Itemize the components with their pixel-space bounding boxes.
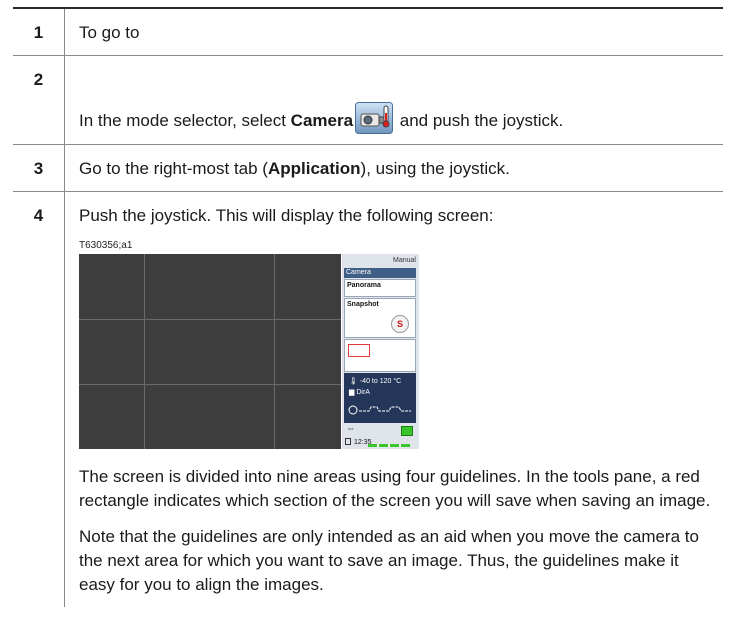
range-label: -40 to 120 °C	[359, 378, 402, 385]
battery-icon	[401, 426, 413, 436]
guideline-horizontal	[79, 384, 341, 385]
note-paragraph: Note that the guidelines are only intend…	[79, 527, 699, 594]
camera-term: Camera	[290, 111, 354, 130]
mode-indicator: Manual	[393, 257, 416, 264]
application-term: Application	[267, 159, 361, 178]
snapshot-button: S	[391, 315, 409, 333]
ir-image-area	[79, 254, 341, 449]
camera-thermometer-icon	[355, 102, 394, 134]
guideline-horizontal	[79, 319, 341, 320]
folder-icon: ▆	[349, 389, 355, 396]
pane-tab-camera: Camera	[344, 268, 416, 278]
guideline-vertical	[144, 254, 145, 449]
section-preview	[344, 339, 416, 372]
step-row-1: 1 To go to	[13, 8, 723, 56]
usb-icon: ⇔	[346, 423, 355, 433]
clock-bar: 12:35	[344, 437, 416, 448]
step-number: 3	[13, 144, 65, 192]
snapshot-item: Snapshot S	[344, 298, 416, 338]
step-text: In the mode selector, select Camera and …	[64, 55, 723, 145]
step-number: 1	[13, 8, 65, 56]
guideline-vertical	[274, 254, 275, 449]
step-text-after: and push the joystick.	[395, 111, 564, 130]
step-text-before: Go to the right-most tab (	[79, 159, 268, 178]
description-paragraph: The screen is divided into nine areas us…	[79, 467, 711, 510]
step-text: Push the joystick. This will display the…	[65, 192, 724, 608]
save-section-rectangle	[348, 344, 370, 357]
level-bar	[368, 444, 410, 447]
step-intro: Push the joystick. This will display the…	[79, 206, 494, 225]
manual-page: 1 To go to 2 In the mode selector, selec…	[0, 0, 740, 631]
snapshot-label: Snapshot	[347, 301, 379, 308]
thermometer-icon: 🌡	[349, 378, 358, 385]
step-number: 2	[13, 55, 65, 145]
settings-graph-icon	[348, 405, 411, 415]
step-row-3: 3 Go to the right-most tab (Application)…	[13, 144, 723, 192]
steps-table: 1 To go to 2 In the mode selector, selec…	[13, 7, 723, 607]
step-number: 4	[13, 191, 65, 607]
step-text-before: In the mode selector, select	[79, 111, 291, 130]
connectivity-bar: ⇔	[344, 423, 416, 436]
panorama-label: Panorama	[347, 282, 381, 289]
calendar-icon	[345, 438, 351, 445]
step-row-2: 2 In the mode selector, select Camera an…	[13, 55, 723, 145]
tools-pane: Manual Camera Panorama Snapshot S 🌡 -40 …	[342, 254, 419, 449]
dir-label: DirA	[356, 389, 370, 396]
directory: ▆ DirA	[349, 388, 370, 397]
panorama-item: Panorama	[344, 279, 416, 297]
step-text: To go to	[64, 8, 723, 56]
step-text-after: ), using the joystick.	[360, 159, 510, 178]
step-row-4: 4 Push the joystick. This will display t…	[13, 191, 724, 608]
figure-label: T630356;a1	[79, 240, 133, 251]
step-text: Go to the right-most tab (Application), …	[64, 144, 723, 192]
camera-screen-figure: Manual Camera Panorama Snapshot S 🌡 -40 …	[79, 254, 419, 449]
temperature-range: 🌡 -40 to 120 °C	[349, 377, 401, 386]
status-panel: 🌡 -40 to 120 °C ▆ DirA	[344, 373, 416, 423]
